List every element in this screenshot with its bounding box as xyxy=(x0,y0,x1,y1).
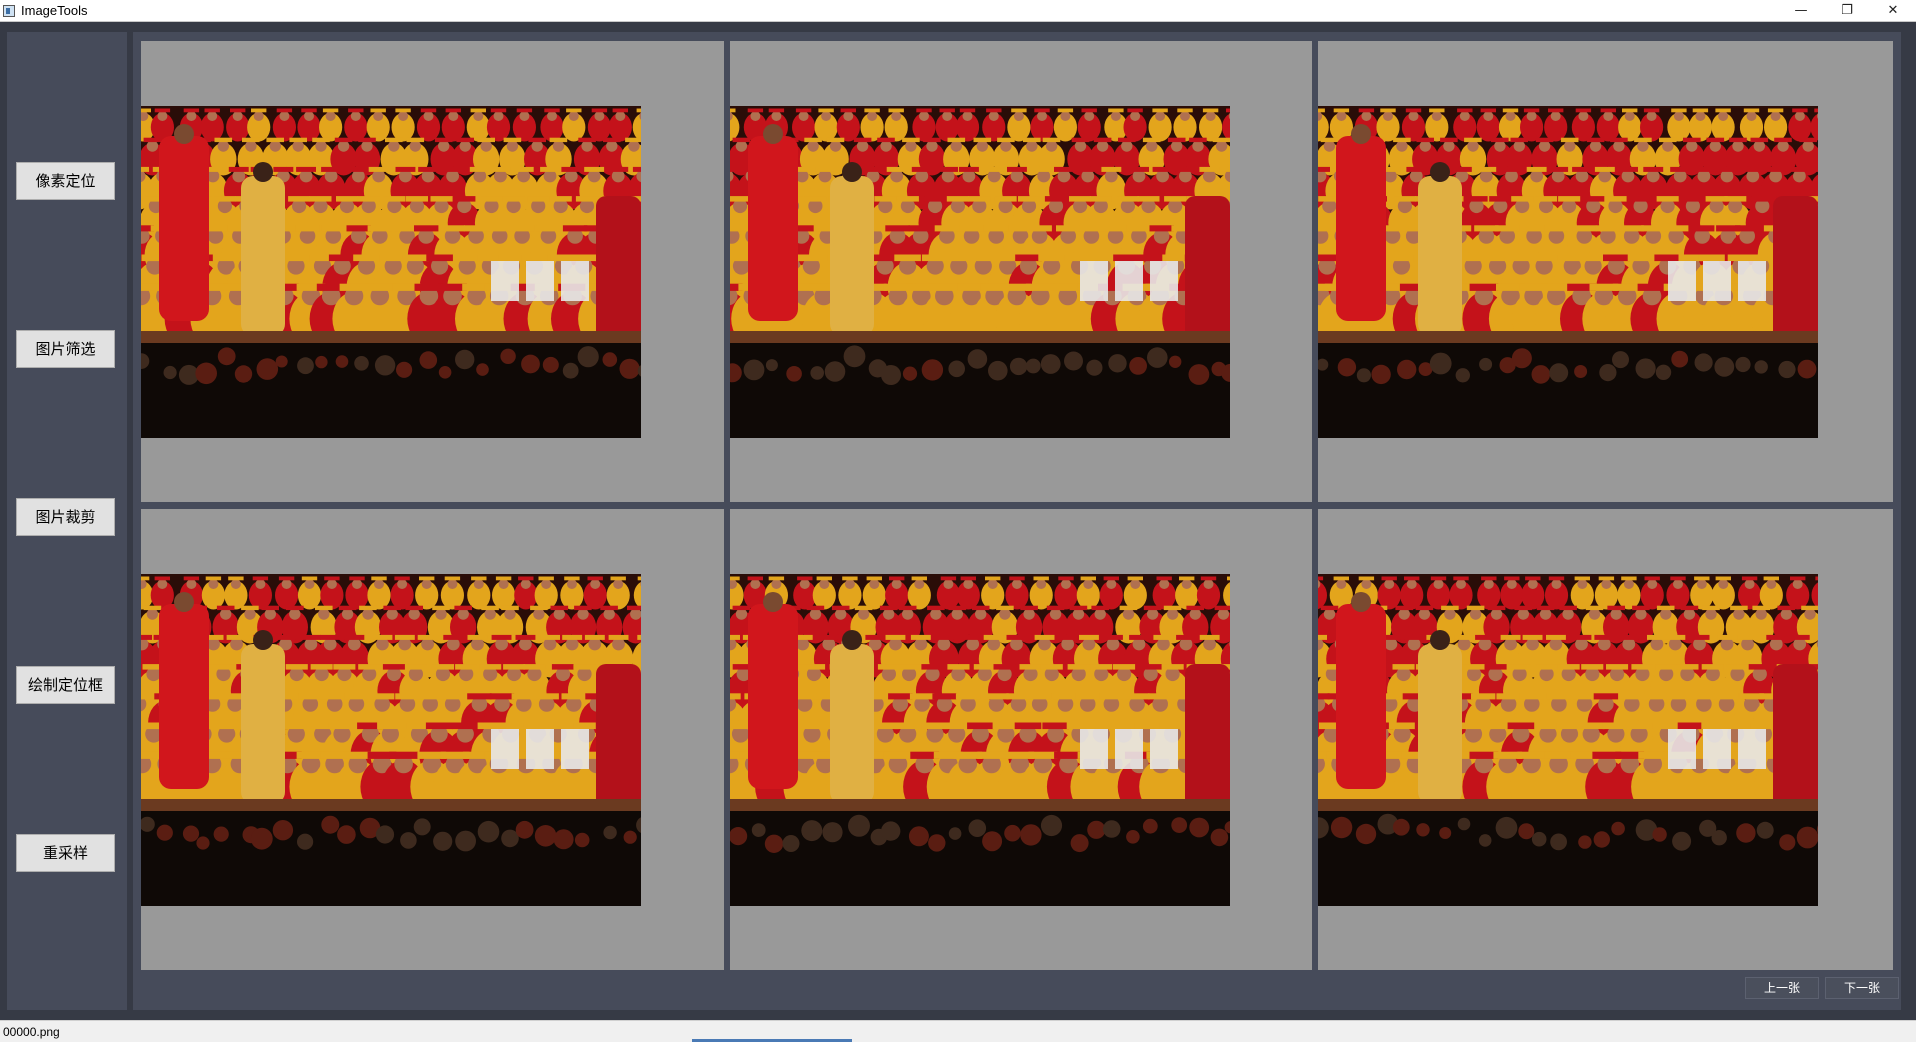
graduation-photo-icon xyxy=(1318,106,1818,438)
window-title: ImageTools xyxy=(21,3,88,18)
graduation-photo-icon xyxy=(1318,574,1818,906)
restore-button[interactable]: ❐ xyxy=(1824,0,1870,22)
minimize-button[interactable]: — xyxy=(1778,0,1824,22)
image-filter-button[interactable]: 图片筛选 xyxy=(16,330,115,368)
image-cell[interactable] xyxy=(141,509,724,970)
status-bar: 00000.png xyxy=(0,1020,1916,1042)
graduation-photo-icon xyxy=(730,106,1230,438)
resample-button[interactable]: 重采样 xyxy=(16,834,115,872)
image-cell[interactable] xyxy=(1318,509,1893,970)
image-gallery xyxy=(133,32,1901,1010)
image-cell[interactable] xyxy=(730,41,1312,502)
image-cell[interactable] xyxy=(730,509,1312,970)
image-cell[interactable] xyxy=(141,41,724,502)
graduation-photo-icon xyxy=(730,574,1230,906)
next-image-button[interactable]: 下一张 xyxy=(1825,977,1899,999)
title-bar: ImageTools — ❐ ✕ xyxy=(0,0,1916,22)
draw-bounding-box-button[interactable]: 绘制定位框 xyxy=(16,666,115,704)
current-filename: 00000.png xyxy=(3,1025,60,1039)
image-crop-button[interactable]: 图片裁剪 xyxy=(16,498,115,536)
graduation-photo-icon xyxy=(141,574,641,906)
graduation-photo-icon xyxy=(141,106,641,438)
previous-image-button[interactable]: 上一张 xyxy=(1745,977,1819,999)
pixel-locate-button[interactable]: 像素定位 xyxy=(16,162,115,200)
close-button[interactable]: ✕ xyxy=(1870,0,1916,22)
sidebar: 像素定位 图片筛选 图片裁剪 绘制定位框 重采样 xyxy=(7,32,127,1010)
app-icon xyxy=(3,5,15,17)
image-cell[interactable] xyxy=(1318,41,1893,502)
